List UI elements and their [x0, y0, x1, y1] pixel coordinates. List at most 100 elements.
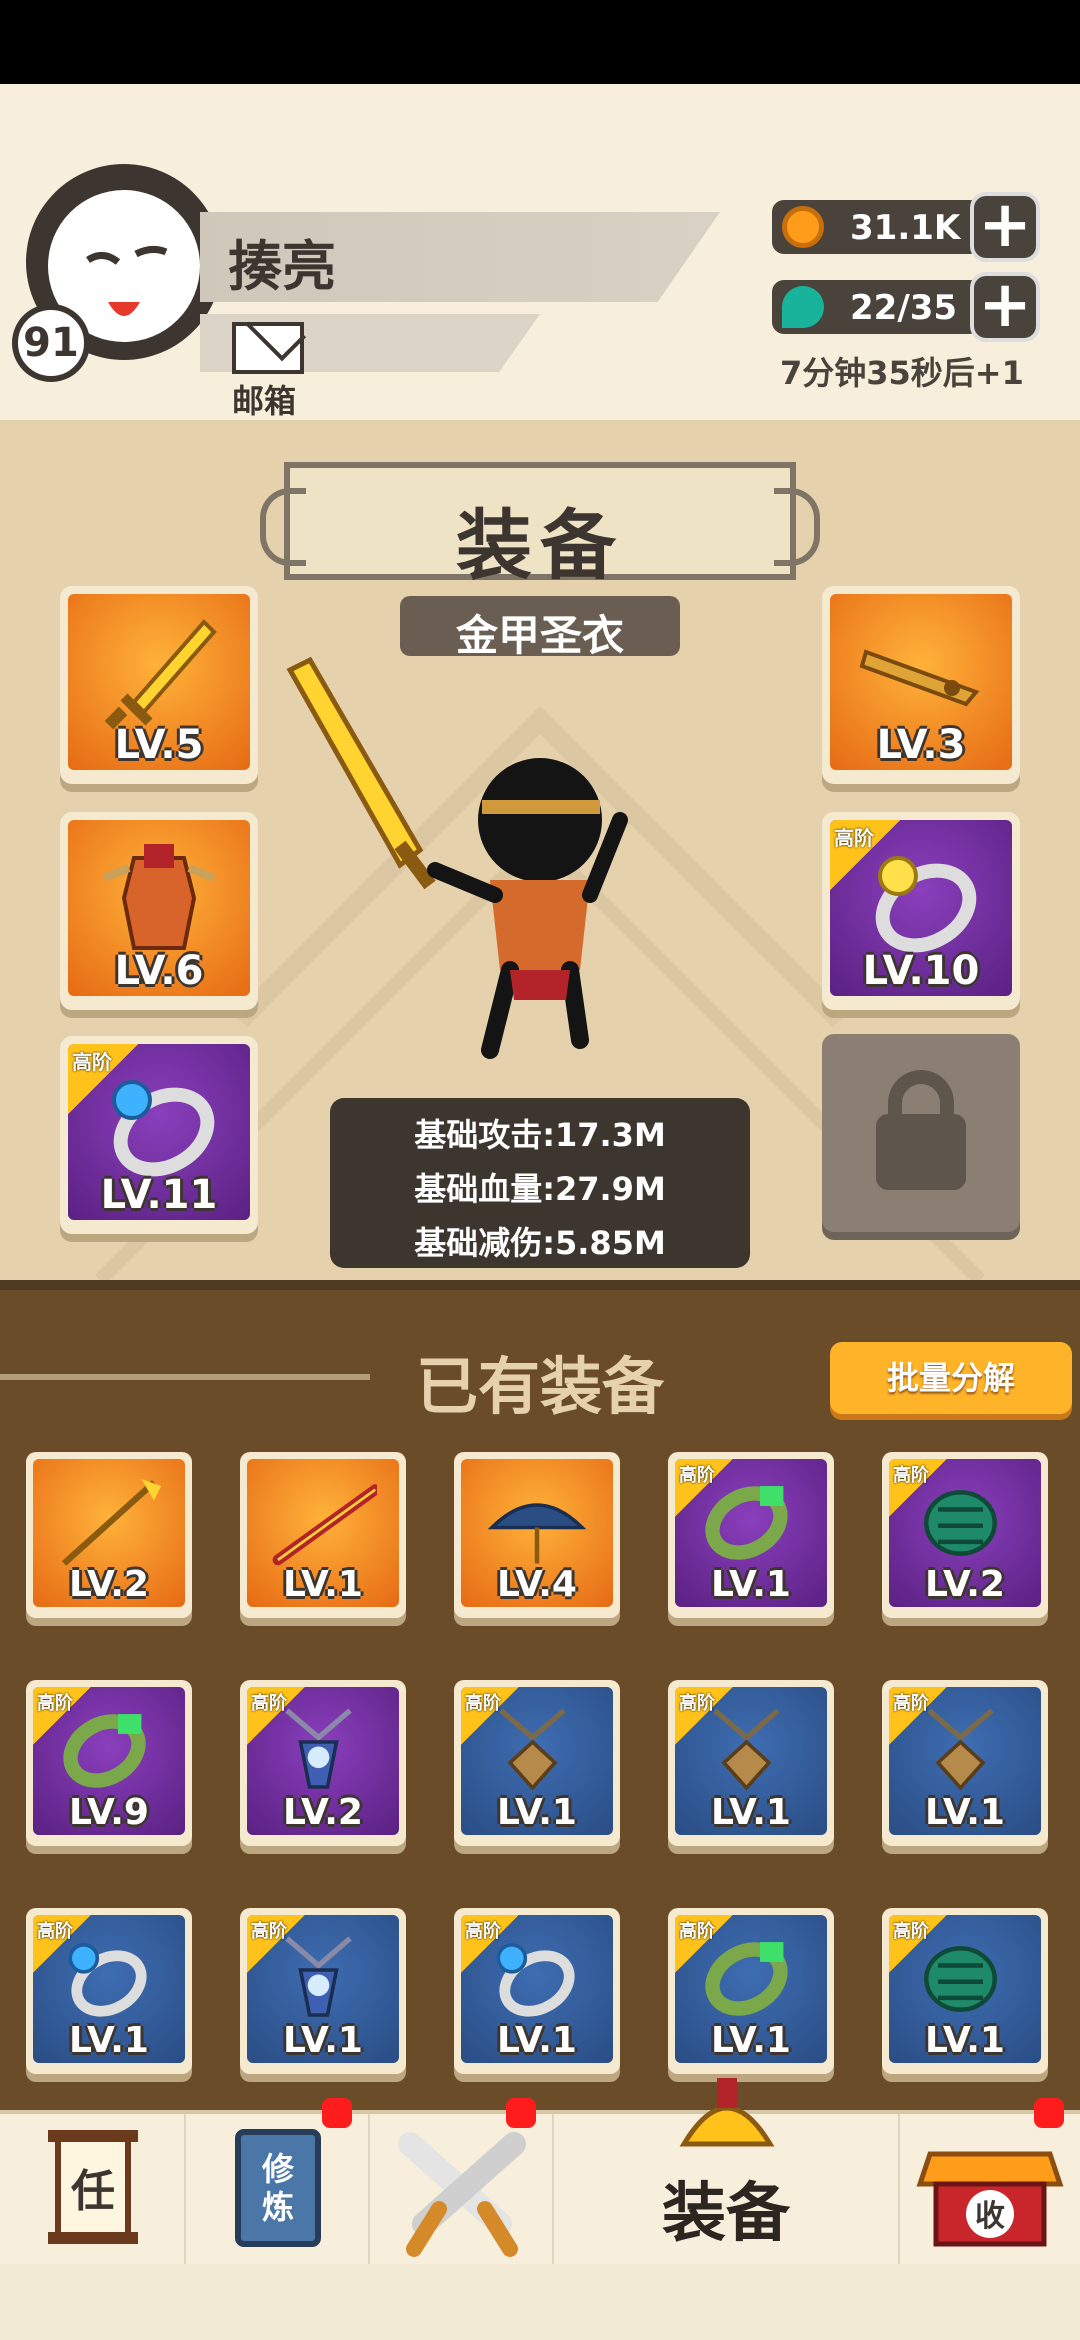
slot-background: 高阶 LV.10: [830, 820, 1012, 996]
item-level: LV.9: [69, 1792, 149, 1833]
item-level: LV.1: [497, 2020, 577, 2061]
mail-label: 邮箱: [232, 382, 297, 420]
set-name-ribbon: 金甲圣衣: [400, 596, 680, 660]
pendant-icon: [285, 1708, 352, 1789]
yellow-gem-ring-icon: [875, 856, 977, 953]
slot-background: 高阶 LV.2: [247, 1687, 399, 1835]
crossed-swords-icon: [398, 2132, 526, 2257]
item-level: LV.2: [69, 1564, 149, 1605]
mail-icon: [232, 322, 304, 374]
item-level: LV.2: [283, 1792, 363, 1833]
inventory-item[interactable]: 高阶 LV.1: [668, 1452, 834, 1618]
equipment-title-plaque: 装备: [260, 462, 820, 590]
item-level: LV.1: [69, 2020, 149, 2061]
item-level: LV.6: [114, 948, 204, 994]
slot-background: LV.2: [33, 1459, 185, 1607]
add-coins-button[interactable]: +: [970, 192, 1040, 262]
inventory-item[interactable]: 高阶 LV.1: [882, 1908, 1048, 2074]
item-level: LV.4: [497, 1564, 577, 1605]
svg-text:修: 修: [261, 2150, 295, 2188]
item-level: LV.3: [876, 722, 966, 768]
notification-dot: [1034, 2098, 1064, 2128]
amulet-icon: [713, 1708, 780, 1791]
inventory-item[interactable]: LV.2: [26, 1452, 192, 1618]
item-level: LV.1: [497, 1792, 577, 1833]
lock-body: [876, 1114, 966, 1190]
slot-background: 高阶 LV.9: [33, 1687, 185, 1835]
item-level: LV.1: [925, 2020, 1005, 2061]
inventory-item[interactable]: 高阶 LV.9: [26, 1680, 192, 1846]
inventory-item[interactable]: 高阶 LV.1: [240, 1908, 406, 2074]
stat-hp: 基础血量:27.9M: [414, 1170, 666, 1208]
slot-background: 高阶 LV.1: [33, 1915, 185, 2063]
stamina-gem-icon: [782, 286, 824, 328]
slot-background: LV.3: [830, 594, 1012, 770]
mail-button[interactable]: 邮箱: [232, 322, 308, 432]
equip-slot-ring-right[interactable]: 高阶 LV.10: [822, 812, 1020, 1010]
stamina-timer: 7分钟35秒后+1: [780, 354, 1024, 392]
equip-slot-sword[interactable]: LV.5: [60, 586, 258, 784]
hero-character: [286, 656, 628, 1059]
coin-counter: 31.1K +: [772, 192, 1040, 262]
golden-blade-icon: [859, 649, 980, 707]
blue-gem-ring-icon: [496, 1943, 575, 2017]
inventory-item[interactable]: LV.4: [454, 1452, 620, 1618]
slot-background: LV.4: [461, 1459, 613, 1607]
item-level: LV.1: [711, 1792, 791, 1833]
item-level: LV.11: [100, 1172, 218, 1218]
equip-slot-ring-left[interactable]: 高阶 LV.11: [60, 1036, 258, 1234]
inventory-item[interactable]: 高阶 LV.2: [240, 1680, 406, 1846]
item-level: LV.1: [283, 1564, 363, 1605]
stamina-pill: 22/35: [772, 280, 982, 334]
item-level: LV.10: [862, 948, 980, 994]
slot-background: 高阶 LV.1: [461, 1915, 613, 2063]
slot-background: LV.1: [247, 1459, 399, 1607]
equip-slot-armor[interactable]: LV.6: [60, 812, 258, 1010]
inventory-item[interactable]: 高阶 LV.1: [26, 1908, 192, 2074]
status-bar: [0, 0, 1080, 84]
stat-attack: 基础攻击:17.3M: [414, 1116, 666, 1154]
nav-equipment-label: 装备: [662, 2177, 790, 2251]
helmet-icon: [679, 2078, 775, 2147]
equipment-title: 装备: [456, 501, 624, 590]
inventory-item[interactable]: 高阶 LV.1: [668, 1680, 834, 1846]
equip-slot-weapon-2[interactable]: LV.3: [822, 586, 1020, 784]
player-avatar[interactable]: 91: [12, 164, 222, 382]
item-level: LV.1: [711, 1564, 791, 1605]
jade-bracelet-icon: [705, 1942, 788, 2016]
nav-tasks[interactable]: 任: [0, 2114, 186, 2268]
inventory-item[interactable]: 高阶 LV.1: [454, 1908, 620, 2074]
svg-text:任: 任: [71, 2166, 115, 2217]
add-stamina-button[interactable]: +: [970, 272, 1040, 342]
slot-background: 高阶 LV.1: [675, 1915, 827, 2063]
locked-equip-slot[interactable]: [822, 1034, 1020, 1232]
slot-background: LV.6: [68, 820, 250, 996]
stamina-value: 22/35: [850, 288, 958, 328]
item-level: LV.1: [925, 1792, 1005, 1833]
slot-background: 高阶 LV.1: [461, 1687, 613, 1835]
training-book-icon: 修 炼: [235, 2129, 321, 2247]
inventory-item[interactable]: 高阶 LV.2: [882, 1452, 1048, 1618]
slot-background: 高阶 LV.1: [889, 1915, 1041, 2063]
bottom-nav: 任 修 炼 装备 收: [0, 2078, 1080, 2268]
inventory-item[interactable]: LV.1: [240, 1452, 406, 1618]
inventory-item[interactable]: 高阶 LV.1: [454, 1680, 620, 1846]
bulk-dismantle-button[interactable]: 批量分解: [830, 1342, 1072, 1414]
nav-training[interactable]: 修 炼: [186, 2098, 370, 2268]
slot-background: 高阶 LV.1: [675, 1459, 827, 1607]
amulet-icon: [927, 1708, 994, 1791]
shop-collect-icon: 收: [916, 2151, 1064, 2247]
system-home-bar: [0, 2264, 1080, 2340]
jade-bracelet-icon: [63, 1714, 146, 1788]
nav-collect[interactable]: 收: [900, 2098, 1080, 2268]
nav-equipment[interactable]: 装备: [554, 2078, 900, 2268]
base-stats-box: 基础攻击:17.3M 基础血量:27.9M 基础减伤:5.85M: [330, 1098, 750, 1268]
spear-icon: [61, 1478, 162, 1566]
task-scroll-icon: 任: [48, 2130, 138, 2244]
stat-damage-reduction: 基础减伤:5.85M: [414, 1224, 666, 1262]
nav-battle[interactable]: [370, 2098, 554, 2268]
inventory-item[interactable]: 高阶 LV.1: [882, 1680, 1048, 1846]
inventory-item[interactable]: 高阶 LV.1: [668, 1908, 834, 2074]
jade-bracelet-icon: [705, 1486, 788, 1560]
stamina-counter: 22/35 +: [772, 272, 1040, 342]
